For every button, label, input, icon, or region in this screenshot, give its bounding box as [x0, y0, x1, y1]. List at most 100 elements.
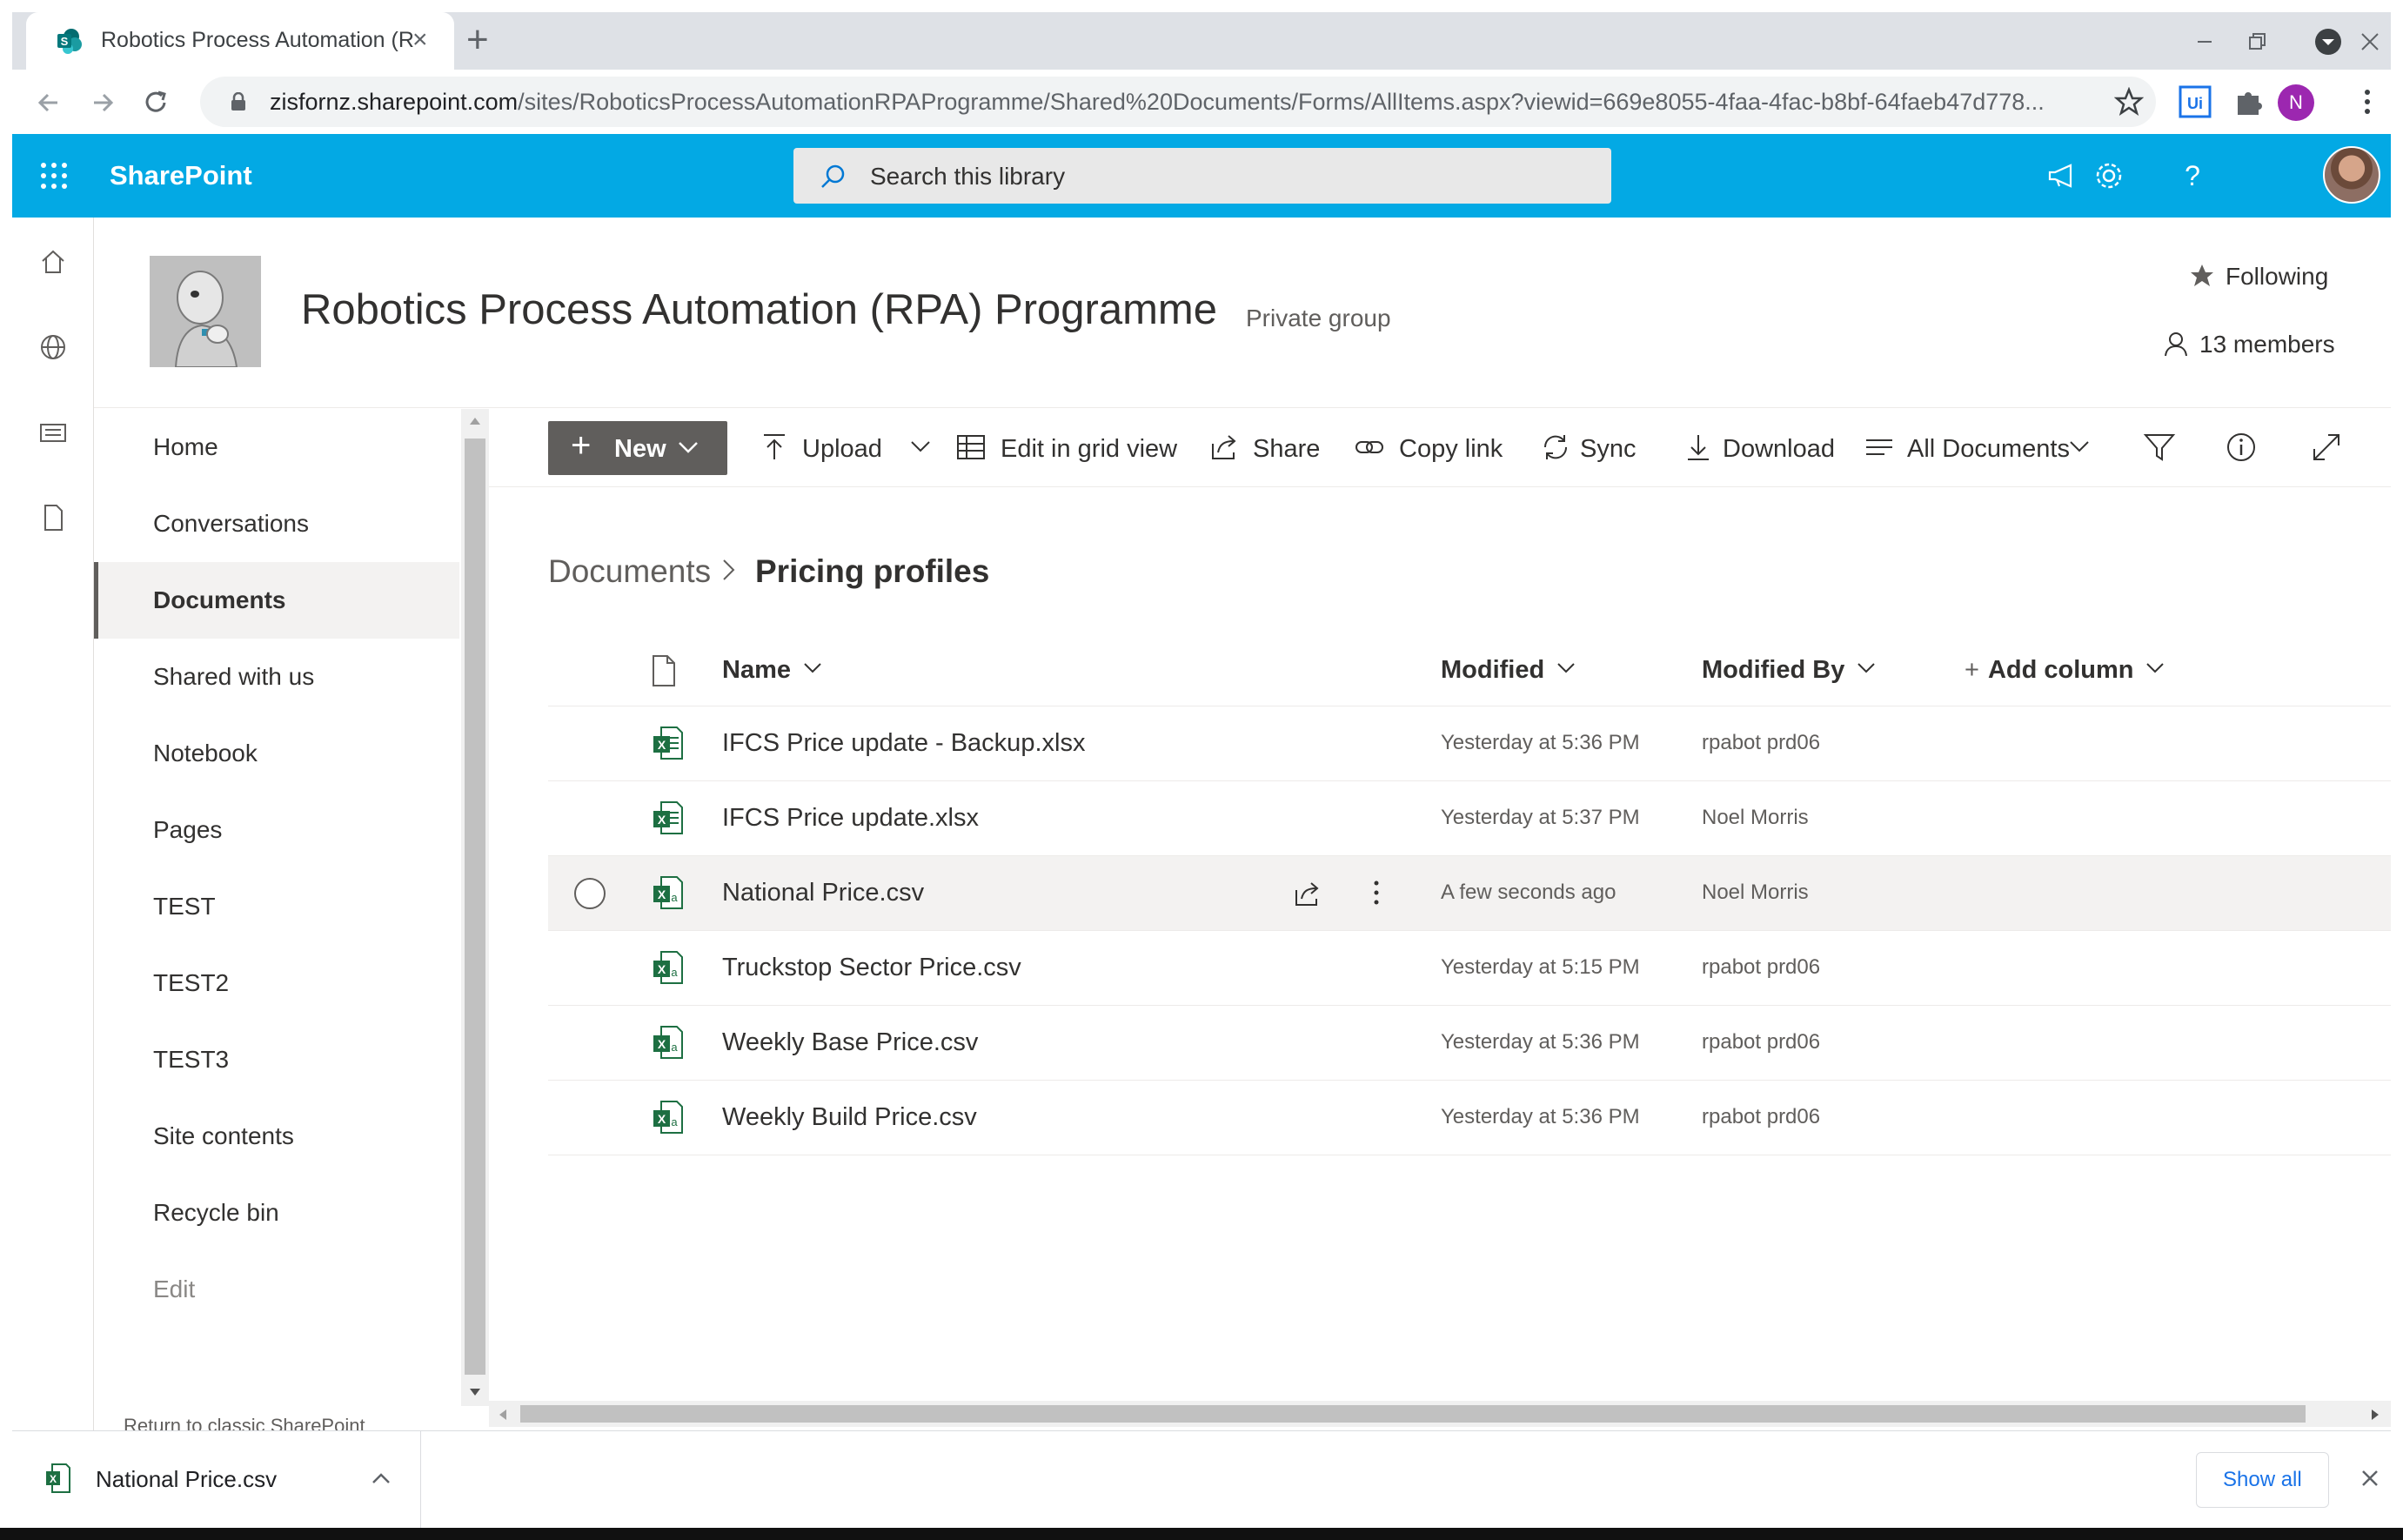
settings-gear-icon[interactable] [2092, 158, 2126, 193]
table-row[interactable]: aX National Price.csv A few seconds ago … [548, 856, 2391, 931]
extensions-puzzle-icon[interactable] [2231, 84, 2267, 120]
view-switcher[interactable]: All Documents [1864, 428, 2098, 466]
nav-scrollbar-thumb[interactable] [465, 439, 485, 1375]
restore-icon[interactable] [2239, 24, 2274, 59]
news-icon[interactable] [38, 418, 68, 447]
nav-item-recycle-bin[interactable]: Recycle bin [94, 1175, 459, 1251]
lock-icon[interactable] [230, 92, 247, 111]
nav-item-label: Shared with us [153, 663, 315, 690]
scroll-left-icon[interactable] [496, 1408, 508, 1422]
column-header-modified[interactable]: Modified [1441, 656, 1576, 685]
forward-icon[interactable] [85, 85, 120, 120]
nav-item-pages[interactable]: Pages [94, 792, 459, 868]
table-row[interactable]: aX Weekly Build Price.csv Yesterday at 5… [548, 1081, 2391, 1155]
filter-icon[interactable] [2142, 430, 2177, 465]
nav-item-documents[interactable]: Documents [94, 562, 459, 639]
sharepoint-brand[interactable]: SharePoint [110, 160, 252, 191]
close-icon[interactable] [2356, 1464, 2384, 1492]
window-close-icon[interactable] [2353, 24, 2387, 59]
horizontal-scrollbar-thumb[interactable] [520, 1405, 2306, 1423]
nav-item-home[interactable]: Home [94, 409, 459, 485]
tab-close-icon[interactable]: × [412, 26, 428, 54]
table-row[interactable]: aX Weekly Base Price.csv Yesterday at 5:… [548, 1006, 2391, 1081]
copy-link-button[interactable]: Copy link [1354, 428, 1510, 466]
svg-text:X: X [658, 1112, 666, 1126]
modified-by[interactable]: Noel Morris [1702, 806, 1809, 830]
reload-icon[interactable] [139, 85, 174, 120]
table-row[interactable]: X IFCS Price update.xlsx Yesterday at 5:… [548, 781, 2391, 856]
home-icon[interactable] [38, 247, 68, 277]
nav-item-conversations[interactable]: Conversations [94, 485, 459, 562]
modified-date: Yesterday at 5:36 PM [1441, 1105, 1640, 1128]
nav-item-edit[interactable]: Edit [94, 1251, 459, 1328]
nav-item-notebook[interactable]: Notebook [94, 715, 459, 792]
column-header-modified-by[interactable]: Modified By [1702, 656, 1876, 685]
share-icon[interactable] [1293, 879, 1322, 908]
nav-item-test3[interactable]: TEST3 [94, 1021, 459, 1098]
share-button[interactable]: Share [1209, 428, 1331, 466]
globe-icon[interactable] [38, 332, 68, 362]
megaphone-icon[interactable] [2045, 158, 2079, 193]
user-avatar[interactable] [2323, 146, 2380, 204]
following-button[interactable]: Following [2189, 263, 2328, 291]
bookmark-star-icon[interactable] [2114, 87, 2144, 117]
column-header-name[interactable]: Name [722, 656, 822, 685]
modified-by[interactable]: rpabot prd06 [1702, 1030, 1820, 1055]
app-launcher-icon[interactable] [38, 160, 70, 191]
modified-by[interactable]: rpabot prd06 [1702, 731, 1820, 755]
edit-in-grid-view-button[interactable]: Edit in grid view [955, 428, 1181, 466]
nav-item-shared-with-us[interactable]: Shared with us [94, 639, 459, 715]
add-column-button[interactable]: + Add column [1965, 656, 2165, 685]
site-logo[interactable] [150, 256, 261, 367]
chevron-down-icon [1857, 663, 1876, 673]
file-name[interactable]: IFCS Price update.xlsx [722, 804, 979, 833]
search-box[interactable]: Search this library [793, 148, 1611, 204]
file-name[interactable]: Weekly Base Price.csv [722, 1028, 978, 1057]
return-to-classic-link[interactable]: Return to classic SharePoint [124, 1413, 365, 1430]
horizontal-scrollbar[interactable] [489, 1401, 2391, 1427]
modified-by[interactable]: Noel Morris [1702, 880, 1809, 905]
table-row[interactable]: aX Truckstop Sector Price.csv Yesterday … [548, 931, 2391, 1006]
file-name[interactable]: IFCS Price update - Backup.xlsx [722, 729, 1085, 758]
new-button[interactable]: + New [548, 421, 727, 475]
site-title[interactable]: Robotics Process Automation (RPA) Progra… [301, 285, 1217, 334]
info-icon[interactable] [2224, 430, 2259, 465]
uipath-extension-icon[interactable]: Ui [2177, 84, 2213, 120]
file-type-icon[interactable] [651, 654, 677, 687]
table-row[interactable]: X IFCS Price update - Backup.xlsx Yester… [548, 706, 2391, 781]
chevron-up-icon[interactable] [371, 1470, 392, 1487]
help-icon[interactable]: ? [2175, 158, 2210, 193]
minimize-icon[interactable] [2187, 24, 2222, 59]
expand-icon[interactable] [2309, 430, 2344, 465]
scroll-right-icon[interactable] [2370, 1408, 2382, 1422]
upload-button[interactable]: Upload [759, 428, 950, 466]
file-name[interactable]: Weekly Build Price.csv [722, 1103, 977, 1132]
browser-tab[interactable]: S Robotics Process Automation (RPA) Prog… [26, 12, 454, 70]
show-all-downloads-button[interactable]: Show all [2196, 1452, 2329, 1508]
scroll-up-icon[interactable] [468, 414, 482, 426]
modified-by[interactable]: rpabot prd06 [1702, 1105, 1820, 1129]
more-options-icon[interactable] [1361, 877, 1392, 908]
svg-text:a: a [671, 966, 678, 979]
modified-by[interactable]: rpabot prd06 [1702, 955, 1820, 980]
address-bar[interactable]: zisfornz.sharepoint.com/sites/RoboticsPr… [200, 77, 2156, 127]
nav-item-site-contents[interactable]: Site contents [94, 1098, 459, 1175]
file-icon[interactable] [38, 503, 68, 532]
download-item[interactable]: X National Price.csv [12, 1431, 421, 1529]
nav-scrollbar[interactable] [461, 409, 489, 1406]
breadcrumb-documents[interactable]: Documents [548, 553, 711, 590]
browser-menu-icon[interactable] [2349, 84, 2386, 120]
back-icon[interactable] [31, 85, 66, 120]
download-button[interactable]: Download [1683, 428, 1848, 466]
new-tab-button[interactable]: + [466, 21, 489, 59]
scroll-down-icon[interactable] [468, 1387, 482, 1399]
nav-item-test[interactable]: TEST [94, 868, 459, 945]
tab-search-icon[interactable] [2311, 24, 2346, 59]
browser-profile-avatar[interactable]: N [2278, 84, 2314, 121]
sync-button[interactable]: Sync [1540, 428, 1644, 466]
nav-item-test2[interactable]: TEST2 [94, 945, 459, 1021]
file-name[interactable]: Truckstop Sector Price.csv [722, 954, 1021, 982]
members-button[interactable]: 13 members [2163, 331, 2335, 358]
row-select-checkbox[interactable] [574, 878, 606, 909]
file-name[interactable]: National Price.csv [722, 879, 924, 907]
